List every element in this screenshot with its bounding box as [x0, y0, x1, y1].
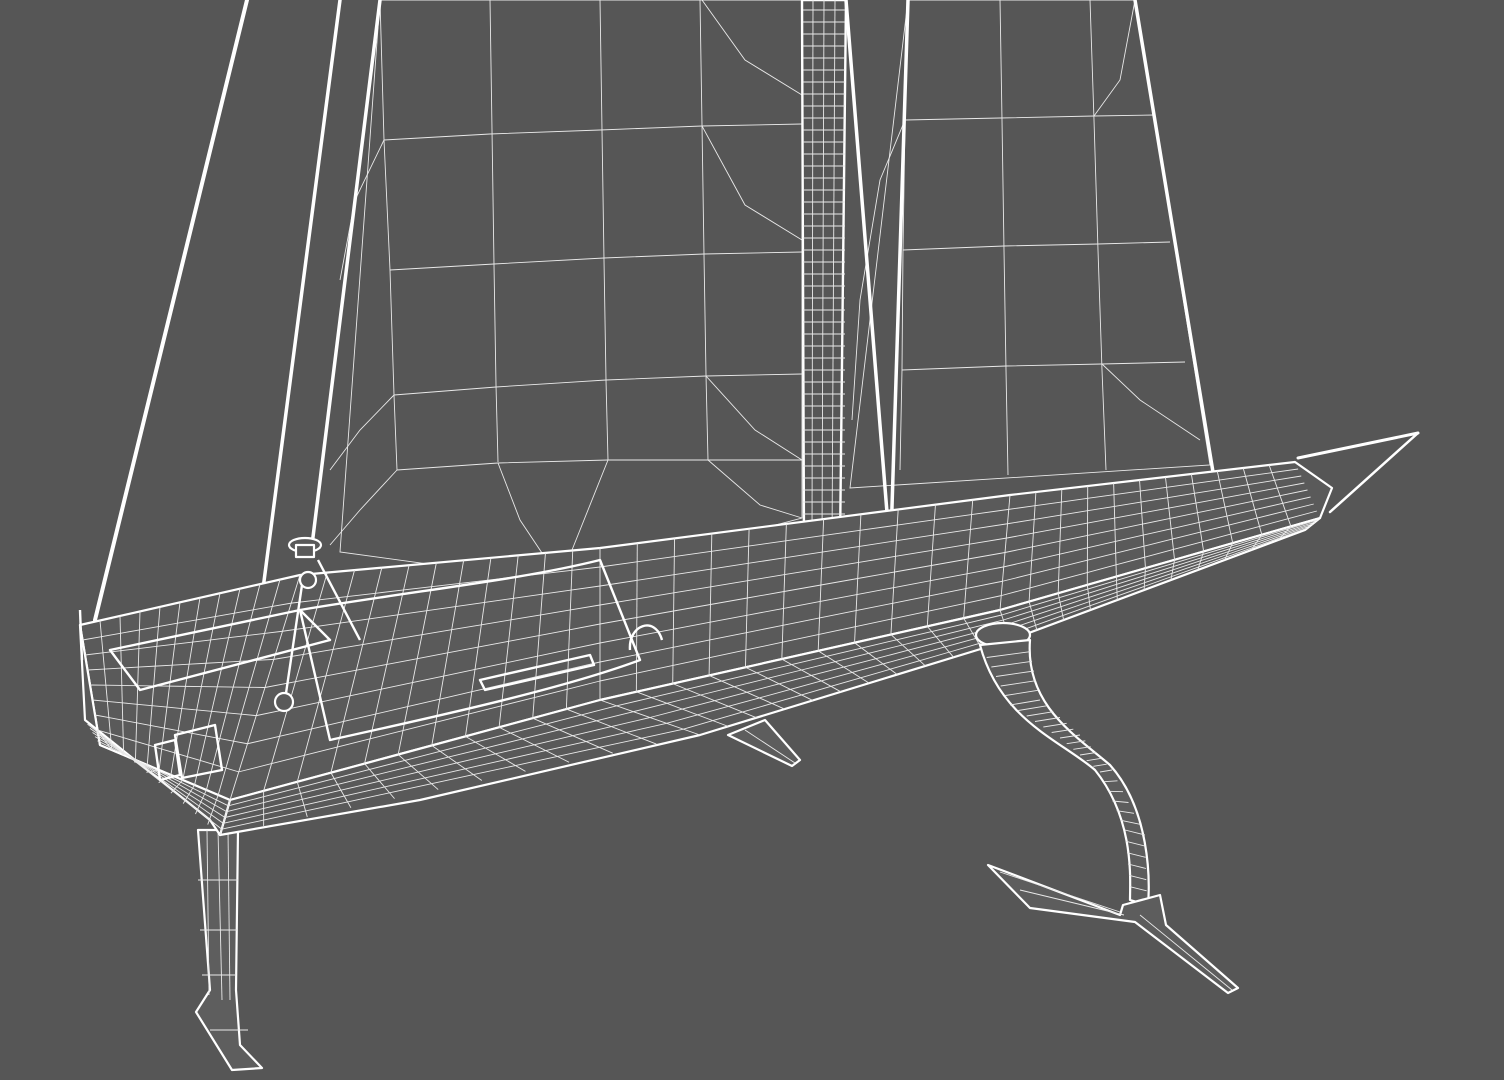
bobstay-line [1328, 431, 1420, 514]
keel-fin [726, 718, 802, 768]
pedestal-base [273, 691, 295, 713]
bowsprit [1296, 431, 1420, 460]
backstay-line [93, 0, 249, 622]
mainsail [329, 0, 803, 583]
sailboat-wireframe [78, 0, 1420, 1072]
foil-arm [974, 621, 1240, 995]
winch-drum [294, 543, 316, 559]
jib-leech-line [1133, 0, 1215, 474]
hull [78, 460, 1334, 837]
foil-wing [986, 863, 1240, 995]
stern-post [78, 609, 84, 661]
rudder [194, 828, 264, 1072]
mast [800, 0, 848, 547]
jib-luff-line [844, 0, 894, 577]
wireframe-viewport[interactable] [0, 0, 1504, 1080]
